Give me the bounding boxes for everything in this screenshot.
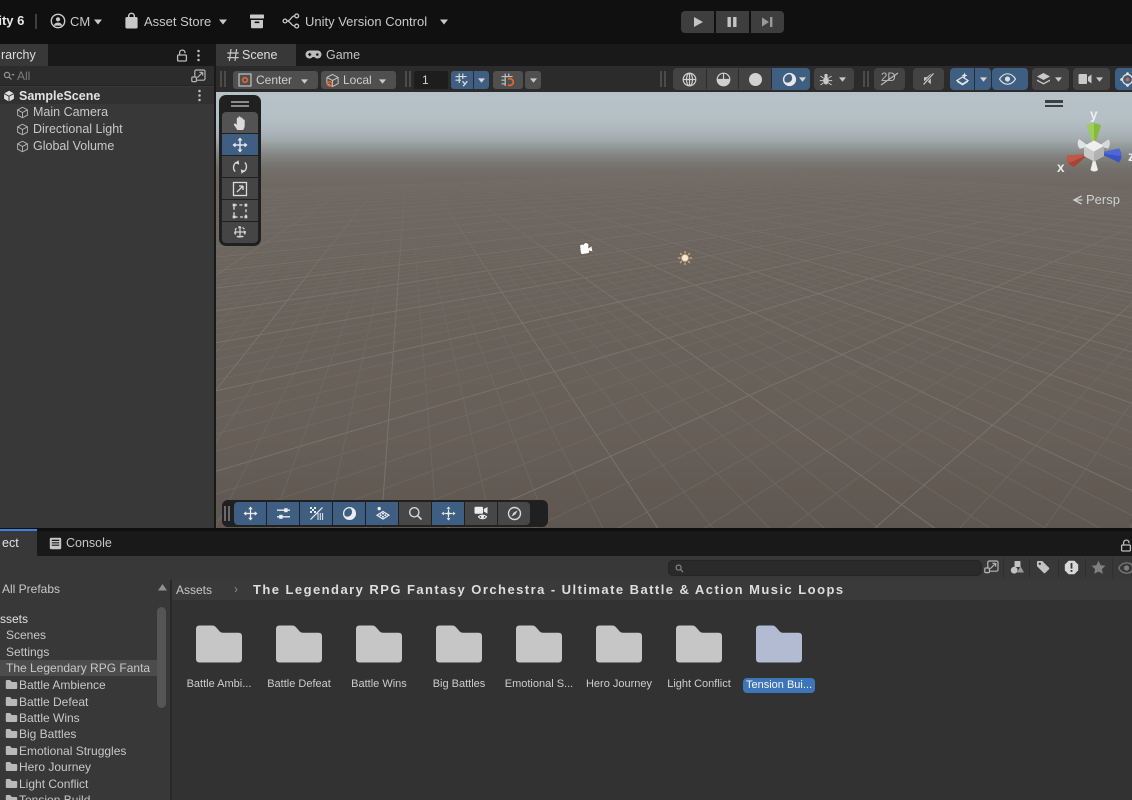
svg-text:z: z [1128,149,1132,164]
svg-text:y: y [1090,107,1098,122]
svg-text:x: x [1057,160,1065,175]
